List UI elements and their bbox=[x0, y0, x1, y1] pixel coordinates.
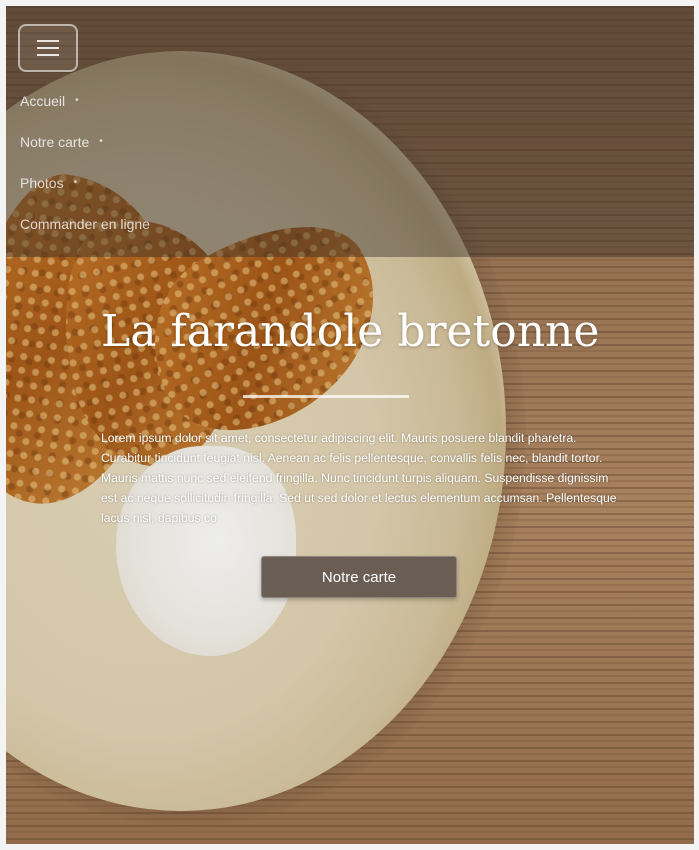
nav-bullet: • bbox=[99, 136, 103, 147]
nav-item-notre-carte[interactable]: Notre carte • bbox=[20, 121, 150, 162]
notre-carte-button[interactable]: Notre carte bbox=[261, 556, 457, 598]
nav-item-label: Commander en ligne bbox=[20, 215, 150, 232]
nav-item-commander-en-ligne[interactable]: Commander en ligne bbox=[20, 203, 150, 244]
nav-item-label: Accueil bbox=[20, 92, 66, 109]
nav-bullet: • bbox=[75, 95, 79, 106]
nav-item-accueil[interactable]: Accueil • bbox=[20, 80, 150, 121]
hamburger-menu-icon bbox=[37, 40, 59, 56]
nav-item-photos[interactable]: Photos • bbox=[20, 162, 150, 203]
page-title: La farandole bretonne bbox=[101, 306, 600, 357]
page-frame: Accueil • Notre carte • Photos • Command… bbox=[6, 6, 694, 844]
main-navigation: Accueil • Notre carte • Photos • Command… bbox=[20, 80, 150, 244]
title-divider bbox=[243, 395, 409, 398]
nav-item-label: Notre carte bbox=[20, 133, 90, 150]
nav-item-label: Photos bbox=[20, 174, 64, 191]
nav-bullet: • bbox=[73, 177, 78, 188]
menu-toggle-button[interactable] bbox=[18, 24, 78, 72]
intro-paragraph: Lorem ipsum dolor sit amet, consectetur … bbox=[101, 431, 617, 525]
